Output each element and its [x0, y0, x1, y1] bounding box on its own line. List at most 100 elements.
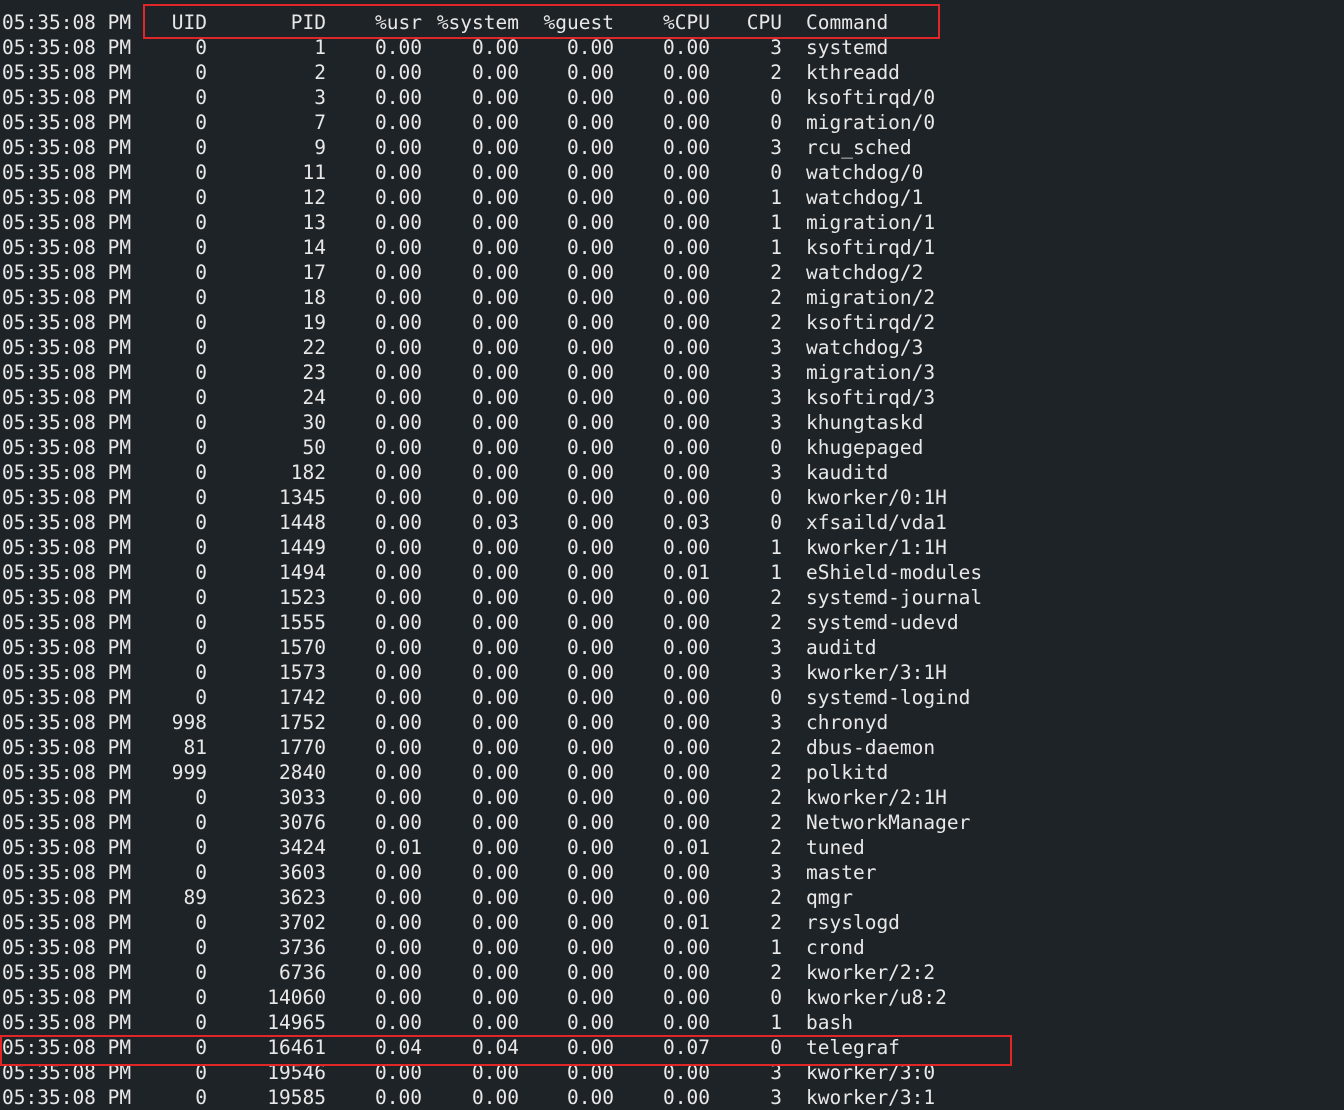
cell-usr: 0.00 [375, 86, 422, 109]
cell-pid: 3736 [279, 936, 326, 959]
cell-uid: 0 [195, 286, 207, 309]
table-row: 05:35:08 PM 0 3 0.00 0.00 0.00 0.00 0 ksoftirqd/… [0, 85, 1344, 110]
cell-uid: 0 [195, 511, 207, 534]
cell-cpu: 1 [770, 536, 782, 559]
table-row: 05:35:08 PM 0 11 0.00 0.00 0.00 0.00 0 watchdog/… [0, 160, 1344, 185]
cell-time: 05:35:08 PM [2, 261, 132, 284]
table-row: 05:35:08 PM 81 1770 0.00 0.00 0.00 0.00 2 dbus-d… [0, 735, 1344, 760]
cell-system: 0.00 [472, 336, 519, 359]
cell-usr: 0.00 [375, 586, 422, 609]
cell-command: ksoftirqd/3 [806, 386, 936, 409]
cell-time: 05:35:08 PM [2, 661, 132, 684]
cell-pid: 3424 [279, 836, 326, 859]
cell-usr: 0.00 [375, 161, 422, 184]
cell-system: 0.00 [472, 361, 519, 384]
cell-uid: 0 [195, 336, 207, 359]
cell-time: 05:35:08 PM [2, 61, 132, 84]
cell-guest: 0.00 [567, 261, 614, 284]
cell-usr: 0.00 [375, 561, 422, 584]
cell-usr: 0.00 [375, 36, 422, 59]
cell-command: migration/1 [806, 211, 936, 234]
cell-time: 05:35:08 PM [2, 586, 132, 609]
cell-usr: 0.00 [375, 736, 422, 759]
cell-command: qmgr [806, 886, 853, 909]
cell-cpu: 2 [770, 586, 782, 609]
cell-guest: 0.00 [567, 536, 614, 559]
cell-uid: 0 [195, 411, 207, 434]
table-row: 05:35:08 PM 0 17 0.00 0.00 0.00 0.00 2 watchdog/… [0, 260, 1344, 285]
cell-system: 0.00 [472, 136, 519, 159]
cell-uid: 0 [195, 1086, 207, 1109]
cell-pid: 13 [302, 211, 326, 234]
cell-command: migration/3 [806, 361, 936, 384]
cell-pid: 30 [302, 411, 326, 434]
cell-system: 0.00 [472, 711, 519, 734]
header-cpu-pct: %CPU [663, 11, 710, 34]
cell-uid: 0 [195, 61, 207, 84]
cell-system: 0.00 [472, 886, 519, 909]
cell-pid: 23 [302, 361, 326, 384]
table-row: 05:35:08 PM 0 14 0.00 0.00 0.00 0.00 1 ksoftirqd… [0, 235, 1344, 260]
cell-guest: 0.00 [567, 711, 614, 734]
table-row: 05:35:08 PM 0 30 0.00 0.00 0.00 0.00 3 khungtask… [0, 410, 1344, 435]
cell-time: 05:35:08 PM [2, 736, 132, 759]
cell-command: ksoftirqd/2 [806, 311, 936, 334]
cell-cpu: 2 [770, 836, 782, 859]
cell-cpu: 3 [770, 636, 782, 659]
cell-guest: 0.00 [567, 111, 614, 134]
cell-cpu: 2 [770, 286, 782, 309]
cell-cpu-pct: 0.00 [663, 36, 710, 59]
cell-cpu: 0 [770, 986, 782, 1009]
cell-cpu-pct: 0.00 [663, 586, 710, 609]
cell-time: 05:35:08 PM [2, 36, 132, 59]
table-row: 05:35:08 PM 0 1573 0.00 0.00 0.00 0.00 3 kworker… [0, 660, 1344, 685]
cell-usr: 0.00 [375, 411, 422, 434]
cell-cpu: 0 [770, 436, 782, 459]
header-time: 05:35:08 PM [2, 11, 132, 34]
table-row: 05:35:08 PM 999 2840 0.00 0.00 0.00 0.00 2 polki… [0, 760, 1344, 785]
cell-uid: 0 [195, 386, 207, 409]
cell-command: polkitd [806, 761, 889, 784]
cell-pid: 18 [302, 286, 326, 309]
table-row: 05:35:08 PM 0 1449 0.00 0.00 0.00 0.00 1 kworker… [0, 535, 1344, 560]
cell-guest: 0.00 [567, 961, 614, 984]
cell-command: kworker/3:0 [806, 1061, 936, 1084]
cell-time: 05:35:08 PM [2, 386, 132, 409]
cell-time: 05:35:08 PM [2, 611, 132, 634]
table-row: 05:35:08 PM 0 19585 0.00 0.00 0.00 0.00 3 kworke… [0, 1085, 1344, 1110]
cell-cpu: 2 [770, 961, 782, 984]
table-row: 05:35:08 PM 0 9 0.00 0.00 0.00 0.00 3 rcu_sched [0, 135, 1344, 160]
cell-command: chronyd [806, 711, 889, 734]
cell-usr: 0.00 [375, 211, 422, 234]
table-row: 05:35:08 PM 998 1752 0.00 0.00 0.00 0.00 3 chron… [0, 710, 1344, 735]
cell-cpu: 3 [770, 661, 782, 684]
cell-pid: 16461 [267, 1036, 326, 1059]
cell-cpu-pct: 0.07 [663, 1036, 710, 1059]
cell-system: 0.00 [472, 186, 519, 209]
cell-cpu: 3 [770, 861, 782, 884]
cell-cpu: 3 [770, 1086, 782, 1109]
cell-system: 0.00 [472, 161, 519, 184]
cell-guest: 0.00 [567, 611, 614, 634]
cell-usr: 0.00 [375, 286, 422, 309]
cell-time: 05:35:08 PM [2, 1011, 132, 1034]
cell-usr: 0.00 [375, 436, 422, 459]
cell-cpu-pct: 0.00 [663, 311, 710, 334]
cell-usr: 0.00 [375, 886, 422, 909]
cell-pid: 1448 [279, 511, 326, 534]
cell-usr: 0.00 [375, 636, 422, 659]
table-row: 05:35:08 PM 0 50 0.00 0.00 0.00 0.00 0 khugepage… [0, 435, 1344, 460]
table-row: 05:35:08 PM 0 1523 0.00 0.00 0.00 0.00 2 systemd… [0, 585, 1344, 610]
header-guest: %guest [543, 11, 614, 34]
cell-cpu: 3 [770, 336, 782, 359]
cell-cpu-pct: 0.00 [663, 161, 710, 184]
cell-uid: 0 [195, 836, 207, 859]
cell-usr: 0.00 [375, 311, 422, 334]
cell-guest: 0.00 [567, 986, 614, 1009]
cell-time: 05:35:08 PM [2, 461, 132, 484]
cell-guest: 0.00 [567, 511, 614, 534]
cell-cpu-pct: 0.00 [663, 111, 710, 134]
cell-cpu-pct: 0.00 [663, 1086, 710, 1109]
cell-uid: 0 [195, 486, 207, 509]
cell-system: 0.00 [472, 411, 519, 434]
